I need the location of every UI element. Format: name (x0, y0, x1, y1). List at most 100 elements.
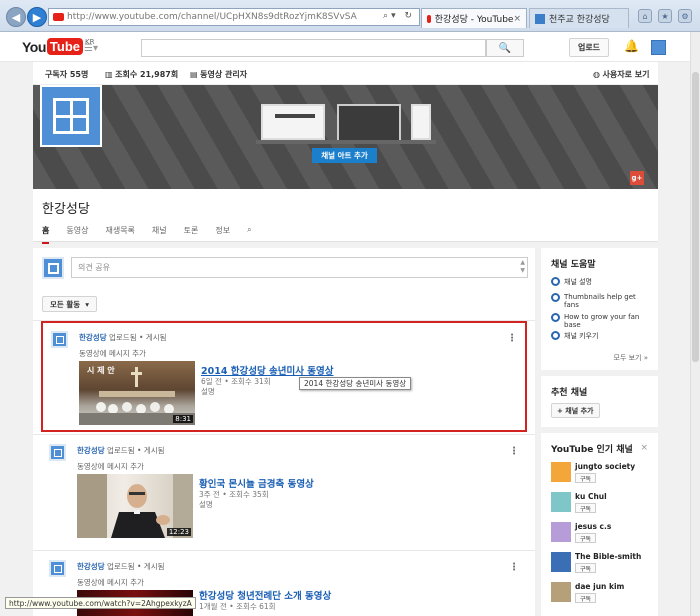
video-title-link[interactable]: 한강성당 청년전례단 소개 동영상 (199, 588, 331, 602)
progress-ring-icon (551, 293, 560, 302)
subscribe-button[interactable]: 구독 (575, 503, 597, 513)
video-manager-icon: ▤ (190, 70, 201, 79)
tip-item[interactable]: 채널 설명 (551, 277, 651, 287)
activity-filter-dropdown[interactable]: 모든 활동 ▾ (42, 296, 97, 312)
tab-playlists[interactable]: 재생목록 (105, 225, 134, 244)
browser-icons: ⌂ ★ ⚙ (638, 9, 692, 23)
cross-logo-icon (53, 98, 89, 134)
channel-title: 한강성당 (42, 202, 90, 217)
notifications-bell-icon[interactable]: 🔔 (624, 39, 639, 53)
view-all-link[interactable]: 모두 보기 » (614, 353, 649, 363)
avatar[interactable] (49, 444, 66, 461)
cross-logo-icon (47, 262, 59, 274)
more-options-icon[interactable]: ⋮ (507, 333, 517, 344)
video-manager-link[interactable]: ▤ 동영상 관리자 (190, 69, 247, 80)
video-title-link[interactable]: 2014 한강성당 송년미사 동영상 (201, 363, 334, 377)
home-icon[interactable]: ⌂ (638, 9, 652, 23)
channel-name-link[interactable]: jesus c.s (575, 522, 611, 531)
subscribe-button[interactable]: 구독 (575, 533, 597, 543)
subscribe-button[interactable]: 구독 (575, 563, 597, 573)
avatar[interactable] (49, 560, 66, 577)
channel-avatar[interactable] (40, 85, 102, 147)
video-duration: 8:31 (173, 415, 193, 423)
address-controls[interactable]: ⌕▾ ↻ (383, 11, 415, 21)
subscribe-button[interactable]: 구독 (575, 473, 597, 483)
cross-logo-icon (53, 564, 62, 573)
close-tab-icon[interactable]: × (513, 14, 521, 24)
share-input[interactable]: 의견 공유 ▲ ▼ (71, 257, 528, 278)
channel-name-link[interactable]: The Bible-smith (575, 552, 641, 561)
popular-channel-item: ku Chul 구독 (551, 492, 651, 516)
guide-menu-icon[interactable]: ☰▾ (84, 43, 98, 54)
tools-gear-icon[interactable]: ⚙ (678, 9, 692, 23)
favorites-star-icon[interactable]: ★ (658, 9, 672, 23)
channel-avatar[interactable] (551, 522, 571, 542)
tv-illustration (337, 104, 401, 142)
search-button[interactable]: 🔍 (486, 39, 524, 57)
url-text: http://www.youtube.com/channel/UCpHXN8s9… (67, 12, 357, 22)
cross-logo-icon (55, 335, 64, 344)
channel-name-link[interactable]: jungto society (575, 462, 635, 471)
globe-icon: ◍ (593, 70, 603, 79)
video-thumbnail[interactable]: 시 제 안 8:31 (79, 361, 195, 425)
search-input[interactable] (141, 39, 486, 57)
subscribe-button[interactable]: 구독 (575, 593, 597, 603)
youtube-favicon-icon (427, 14, 431, 23)
scrollbar-thumb[interactable] (692, 72, 699, 362)
add-message-link[interactable]: 동영상에 메시지 추가 (77, 461, 144, 472)
more-options-icon[interactable]: ⋮ (509, 562, 519, 573)
share-box: 의견 공유 ▲ ▼ (42, 257, 528, 279)
upload-button[interactable]: 업로드 (569, 38, 609, 57)
tab-channels[interactable]: 채널 (152, 225, 167, 244)
popular-channel-item: jungto society 구독 (551, 462, 651, 486)
video-title-link[interactable]: 황인국 몬시뇰 금경축 동영상 (199, 476, 314, 490)
input-scroll-arrows-icon[interactable]: ▲ ▼ (520, 259, 525, 275)
progress-ring-icon (551, 277, 560, 286)
add-channel-art-button[interactable]: 채널 아트 추가 (312, 148, 377, 163)
channel-name-link[interactable]: dae jun kim (575, 582, 624, 591)
post-header: 한강성당 업로드됨 • 게시됨 (79, 333, 167, 342)
tab-youtube[interactable]: 한강성당 - YouTube × (421, 8, 527, 28)
popular-channel-item: The Bible-smith 구독 (551, 552, 651, 576)
channel-avatar[interactable] (551, 582, 571, 602)
feed-post: 한강성당 업로드됨 • 게시됨 동영상에 메시지 추가 ⋮ 12:23 황인국 … (41, 436, 527, 546)
tip-item[interactable]: Thumbnails help get fans (551, 293, 651, 309)
tab-home[interactable]: 홈 (42, 225, 50, 244)
close-icon[interactable]: × (640, 443, 648, 453)
channel-avatar[interactable] (551, 552, 571, 572)
tab-videos[interactable]: 동영상 (66, 225, 88, 244)
account-avatar[interactable] (651, 40, 666, 55)
tip-item[interactable]: How to grow your fan base (551, 313, 651, 329)
youtube-favicon-icon (53, 13, 64, 21)
tab-church-site[interactable]: 천주교 한강성당 (529, 8, 629, 28)
add-message-link[interactable]: 동영상에 메시지 추가 (79, 348, 146, 359)
channel-tabs: 홈 동영상 재생목록 채널 토론 정보 ⌕ (42, 225, 269, 244)
video-meta: 1개월 전 • 조회수 61회 (199, 602, 276, 611)
channel-name-link[interactable]: ku Chul (575, 492, 607, 501)
laptop-illustration (261, 104, 325, 140)
video-description: 설명 (199, 500, 213, 509)
video-meta: 6일 전 • 조회수 31회 (201, 377, 271, 386)
page-scrollbar[interactable] (690, 32, 700, 616)
tab-discussion[interactable]: 토론 (184, 225, 199, 244)
channel-avatar[interactable] (551, 462, 571, 482)
forward-button[interactable]: ▶ (27, 7, 47, 27)
more-options-icon[interactable]: ⋮ (509, 446, 519, 457)
view-as-link[interactable]: ◍ 사용자로 보기 (593, 69, 649, 80)
divider (33, 434, 535, 435)
channel-search-icon[interactable]: ⌕ (247, 225, 251, 244)
add-channel-button[interactable]: + 채널 추가 (551, 403, 600, 418)
tip-item[interactable]: 채널 키우기 (551, 331, 651, 341)
channel-avatar[interactable] (551, 492, 571, 512)
channel-stats-bar: 구독자 55명 ▥ 조회수 21,987회 ▤ 동영상 관리자 ◍ 사용자로 보… (33, 62, 658, 85)
add-message-link[interactable]: 동영상에 메시지 추가 (77, 577, 144, 588)
back-button[interactable]: ◀ (6, 7, 26, 27)
video-thumbnail[interactable]: 12:23 (77, 474, 193, 538)
stats-icon: ▥ (105, 70, 116, 79)
tab-about[interactable]: 정보 (215, 225, 230, 244)
avatar[interactable] (51, 331, 68, 348)
google-plus-icon[interactable]: g+ (630, 171, 644, 185)
phone-illustration (411, 104, 431, 140)
address-bar[interactable]: http://www.youtube.com/channel/UCpHXN8s9… (48, 8, 420, 26)
panel-title: 추천 채널 (551, 388, 588, 398)
